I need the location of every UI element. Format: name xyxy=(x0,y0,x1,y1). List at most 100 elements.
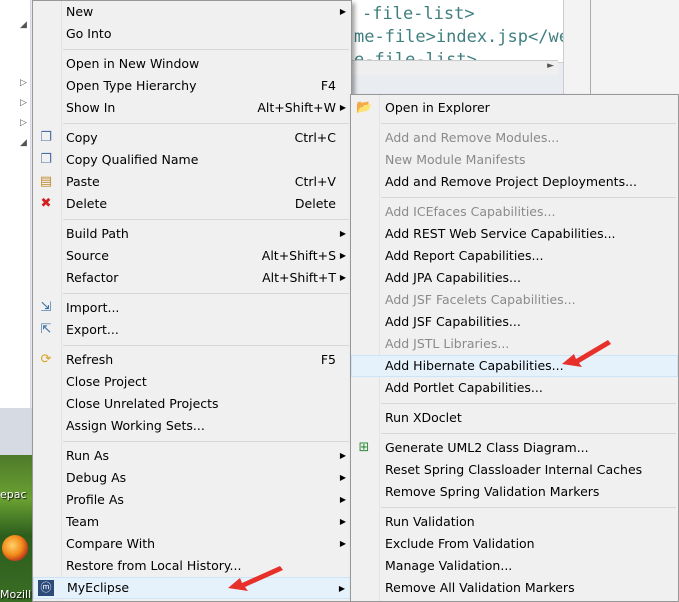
menu-separator xyxy=(63,49,349,50)
menu-item-show-in[interactable]: Show In Alt+Shift+W ▶ xyxy=(33,97,351,119)
menu-item-label: Open Type Hierarchy xyxy=(66,78,197,93)
tree-expand-icon[interactable]: ▷ xyxy=(20,98,27,108)
menu-item-delete[interactable]: ✖ Delete Delete xyxy=(33,193,351,215)
menu-item-label: Paste xyxy=(66,174,100,189)
submenu-arrow-icon: ▶ xyxy=(339,251,346,260)
paste-icon: ▤ xyxy=(39,174,53,189)
menu-item-label: Add Portlet Capabilities... xyxy=(385,380,543,395)
menu-item-open-in-new-window[interactable]: Open in New Window xyxy=(33,53,351,75)
menu-item-label: Reset Spring Classloader Internal Caches xyxy=(385,462,643,477)
panel-divider xyxy=(590,0,591,96)
menu-item-shortcut: Ctrl+C xyxy=(294,130,336,145)
menu-item-label: Run As xyxy=(66,448,110,463)
menu-item-source[interactable]: Source Alt+Shift+S ▶ xyxy=(33,245,351,267)
tree-expand-icon[interactable]: ▷ xyxy=(20,118,27,128)
menu-separator xyxy=(63,345,349,346)
submenu-item-run-validation[interactable]: Run Validation xyxy=(351,511,678,533)
submenu-item-add-jpa[interactable]: Add JPA Capabilities... xyxy=(351,267,678,289)
submenu-item-reset-spring-caches[interactable]: Reset Spring Classloader Internal Caches xyxy=(351,459,678,481)
menu-item-import[interactable]: ⇲ Import... xyxy=(33,297,351,319)
menu-item-refactor[interactable]: Refactor Alt+Shift+T ▶ xyxy=(33,267,351,289)
submenu-item-add-rest[interactable]: Add REST Web Service Capabilities... xyxy=(351,223,678,245)
submenu-item-open-in-explorer[interactable]: 📂 Open in Explorer xyxy=(351,97,678,119)
menu-item-close-project[interactable]: Close Project xyxy=(33,371,351,393)
submenu-arrow-icon: ▶ xyxy=(339,473,346,482)
menu-item-run-as[interactable]: Run As ▶ xyxy=(33,445,351,467)
menu-item-team[interactable]: Team ▶ xyxy=(33,511,351,533)
menu-item-export[interactable]: ⇱ Export... xyxy=(33,319,351,341)
submenu-item-remove-validation-markers[interactable]: Remove All Validation Markers xyxy=(351,577,678,599)
menu-item-label: Add JSF Facelets Capabilities... xyxy=(385,292,576,307)
menu-separator xyxy=(63,219,349,220)
submenu-item-add-report[interactable]: Add Report Capabilities... xyxy=(351,245,678,267)
menu-item-refresh[interactable]: ⟳ Refresh F5 xyxy=(33,349,351,371)
menu-item-go-into[interactable]: Go Into xyxy=(33,23,351,45)
menu-item-label: Import... xyxy=(66,300,120,315)
menu-item-label: Add JPA Capabilities... xyxy=(385,270,521,285)
submenu-item-add-remove-project-deployments[interactable]: Add and Remove Project Deployments... xyxy=(351,171,678,193)
folder-icon: 📂 xyxy=(356,100,373,115)
myeclipse-submenu: 📂 Open in Explorer Add and Remove Module… xyxy=(350,94,679,602)
menu-item-debug-as[interactable]: Debug As ▶ xyxy=(33,467,351,489)
menu-item-label: Add REST Web Service Capabilities... xyxy=(385,226,616,241)
menu-item-label: Delete xyxy=(66,196,108,211)
menu-item-label: Remove All Validation Markers xyxy=(385,580,575,595)
submenu-item-add-jstl: Add JSTL Libraries... xyxy=(351,333,678,355)
menu-item-assign-working-sets[interactable]: Assign Working Sets... xyxy=(33,415,351,437)
submenu-item-generate-uml2[interactable]: ⊞ Generate UML2 Class Diagram... xyxy=(351,437,678,459)
menu-item-copy[interactable]: ❐ Copy Ctrl+C xyxy=(33,127,351,149)
submenu-arrow-icon: ▶ xyxy=(339,7,346,16)
menu-item-shortcut: F5 xyxy=(320,352,336,367)
submenu-item-add-jsf-facelets: Add JSF Facelets Capabilities... xyxy=(351,289,678,311)
desktop-background xyxy=(0,455,34,602)
menu-item-label: Run XDoclet xyxy=(385,410,462,425)
menu-item-label: Refresh xyxy=(66,352,114,367)
menu-item-new[interactable]: New ▶ xyxy=(33,1,351,23)
menu-separator xyxy=(381,507,676,508)
menu-item-copy-qualified-name[interactable]: ❐ Copy Qualified Name xyxy=(33,149,351,171)
submenu-item-add-remove-modules: Add and Remove Modules... xyxy=(351,127,678,149)
menu-item-label: Open in New Window xyxy=(66,56,200,71)
submenu-item-remove-spring-markers[interactable]: Remove Spring Validation Markers xyxy=(351,481,678,503)
submenu-item-manage-validation[interactable]: Manage Validation... xyxy=(351,555,678,577)
menu-item-close-unrelated-projects[interactable]: Close Unrelated Projects xyxy=(33,393,351,415)
submenu-item-exclude-from-validation[interactable]: Exclude From Validation xyxy=(351,533,678,555)
submenu-item-add-portlet[interactable]: Add Portlet Capabilities... xyxy=(351,377,678,399)
submenu-item-run-xdoclet[interactable]: Run XDoclet xyxy=(351,407,678,429)
annotation-arrow-icon xyxy=(562,340,611,367)
tree-expand-icon[interactable]: ▷ xyxy=(20,78,27,88)
menu-item-compare-with[interactable]: Compare With ▶ xyxy=(33,533,351,555)
menu-item-open-type-hierarchy[interactable]: Open Type Hierarchy F4 xyxy=(33,75,351,97)
menu-item-build-path[interactable]: Build Path ▶ xyxy=(33,223,351,245)
desktop-label: epac xyxy=(0,488,27,501)
menu-separator xyxy=(63,293,349,294)
tree-collapse-icon[interactable]: ◢ xyxy=(20,20,27,30)
menu-item-profile-as[interactable]: Profile As ▶ xyxy=(33,489,351,511)
menu-item-label: New xyxy=(66,4,94,19)
menu-item-label: Assign Working Sets... xyxy=(66,418,205,433)
submenu-arrow-icon: ▶ xyxy=(339,495,346,504)
menu-item-label: Debug As xyxy=(66,470,127,485)
submenu-arrow-icon: ▶ xyxy=(338,584,345,593)
menu-item-myeclipse[interactable]: ⓜ MyEclipse ▶ xyxy=(33,577,351,599)
scroll-right-icon[interactable]: ► xyxy=(547,61,554,71)
menu-separator xyxy=(381,197,676,198)
code-editor[interactable]: -file-list> me-file>index.jsp</we e-file… xyxy=(348,0,563,63)
tree-collapse-icon[interactable]: ◢ xyxy=(20,138,27,148)
menu-item-paste[interactable]: ▤ Paste Ctrl+V xyxy=(33,171,351,193)
menu-separator xyxy=(63,441,349,442)
submenu-item-add-jsf[interactable]: Add JSF Capabilities... xyxy=(351,311,678,333)
submenu-arrow-icon: ▶ xyxy=(339,539,346,548)
menu-item-label: Copy xyxy=(66,130,98,145)
menu-item-label: Generate UML2 Class Diagram... xyxy=(385,440,589,455)
menu-item-restore-from-local-history[interactable]: Restore from Local History... xyxy=(33,555,351,577)
submenu-item-add-hibernate[interactable]: Add Hibernate Capabilities... xyxy=(351,355,678,377)
editor-horizontal-scrollbar[interactable]: ► xyxy=(348,60,558,75)
menu-item-label: Add and Remove Project Deployments... xyxy=(385,174,637,189)
menu-item-label: Restore from Local History... xyxy=(66,558,242,573)
annotation-arrow-icon xyxy=(228,566,283,591)
context-menu: New ▶ Go Into Open in New Window Open Ty… xyxy=(32,0,352,602)
menu-item-shortcut: Alt+Shift+S xyxy=(261,248,336,263)
copy-icon: ❐ xyxy=(40,130,52,145)
firefox-icon[interactable] xyxy=(2,535,28,561)
